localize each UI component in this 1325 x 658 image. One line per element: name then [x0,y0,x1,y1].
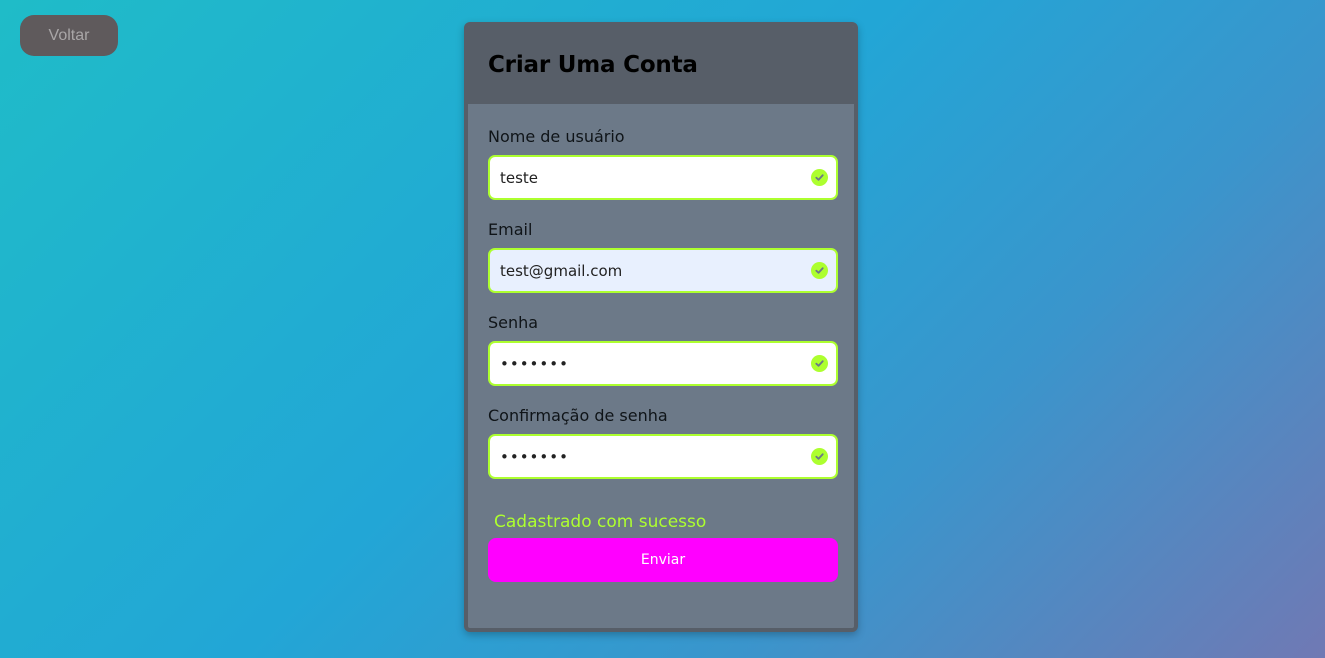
username-input[interactable] [488,155,838,200]
password-label: Senha [488,313,539,332]
signup-form: Nome de usuário Email Senha [468,104,854,582]
username-label: Nome de usuário [488,127,625,146]
confirm-password-label: Confirmação de senha [488,406,668,425]
confirm-password-field-group: Confirmação de senha [488,405,838,479]
confirm-password-input[interactable] [488,434,838,479]
check-circle-icon [811,355,828,372]
email-label: Email [488,220,533,239]
check-circle-icon [811,262,828,279]
check-circle-icon [811,169,828,186]
password-field-group: Senha [488,312,838,386]
card-header: Criar Uma Conta [468,26,854,104]
username-field-group: Nome de usuário [488,126,838,200]
submit-button[interactable]: Enviar [488,538,838,582]
page-title: Criar Uma Conta [488,52,698,78]
back-button[interactable]: Voltar [20,15,118,56]
email-field-group: Email [488,219,838,293]
password-input[interactable] [488,341,838,386]
check-circle-icon [811,448,828,465]
signup-card: Criar Uma Conta Nome de usuário Email Se… [464,22,858,632]
email-input[interactable] [488,248,838,293]
success-message: Cadastrado com sucesso [494,512,707,532]
